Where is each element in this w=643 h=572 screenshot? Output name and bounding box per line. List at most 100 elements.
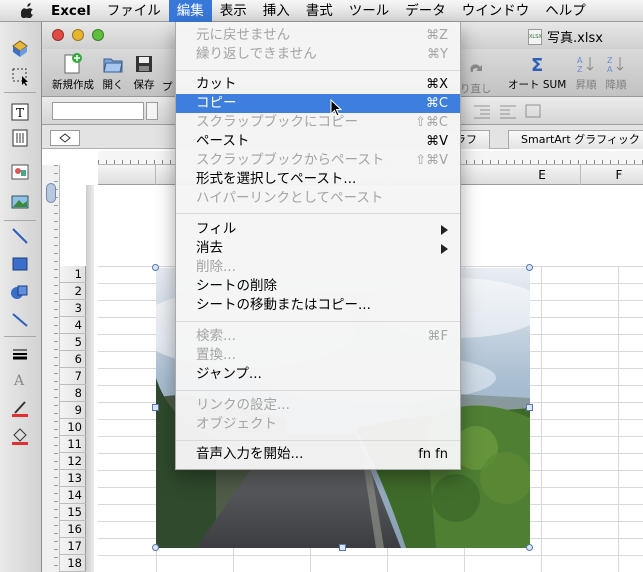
- vertical-text-icon[interactable]: [4, 126, 36, 150]
- zoom-icon[interactable]: [92, 29, 104, 41]
- row-header-cell[interactable]: 13: [60, 470, 86, 487]
- redo-button[interactable]: り直し: [460, 57, 492, 96]
- resize-handle[interactable]: [526, 264, 533, 271]
- row-header-cell[interactable]: 16: [60, 521, 86, 538]
- resize-handle[interactable]: [152, 404, 159, 411]
- menu-item-copy[interactable]: コピー ⌘C: [176, 94, 460, 117]
- row-header-cell[interactable]: 15: [60, 504, 86, 521]
- menu-item-cut[interactable]: カット ⌘X: [176, 75, 460, 94]
- row-header-cell[interactable]: 2: [60, 283, 86, 300]
- text-box-icon[interactable]: T: [4, 100, 36, 124]
- row-header-cell[interactable]: 17: [60, 538, 86, 555]
- pen-color-icon[interactable]: [4, 396, 36, 420]
- sort-ascending-button[interactable]: AZ 昇順: [575, 53, 597, 92]
- vertical-ruler: [42, 165, 60, 572]
- fill-color-icon[interactable]: [4, 424, 36, 448]
- save-label: 保存: [133, 79, 155, 91]
- name-box[interactable]: [50, 130, 80, 146]
- open-button[interactable]: 開く: [102, 53, 124, 92]
- row-header-cell[interactable]: 7: [60, 368, 86, 385]
- apple-menu-icon[interactable]: [17, 0, 37, 22]
- picture-icon[interactable]: [4, 190, 36, 214]
- menu-item-links[interactable]: リンクの設定...: [176, 396, 460, 415]
- menu-item-delete-sheet[interactable]: シートの削除: [176, 277, 460, 296]
- menu-item-paste-from-scrapbook[interactable]: スクラップブックからペースト ⇧⌘V: [176, 151, 460, 170]
- row-header-cell[interactable]: 18: [60, 555, 86, 572]
- menu-item-replace[interactable]: 置換...: [176, 346, 460, 365]
- menu-item-move-copy-sheet[interactable]: シートの移動またはコピー...: [176, 296, 460, 315]
- row-header-cell[interactable]: 4: [60, 317, 86, 334]
- menu-item-delete[interactable]: 削除...: [176, 258, 460, 277]
- menu-file[interactable]: ファイル: [99, 0, 169, 22]
- row-header-cell[interactable]: 6: [60, 351, 86, 368]
- tab-smartart[interactable]: SmartArt グラフィック: [508, 130, 643, 149]
- menu-data[interactable]: データ: [397, 0, 454, 22]
- sort-descending-button[interactable]: ZA 降順: [605, 53, 627, 92]
- font-color-icon[interactable]: A: [4, 368, 36, 392]
- menu-insert[interactable]: 挿入: [255, 0, 298, 22]
- menu-tools[interactable]: ツール: [341, 0, 398, 22]
- menu-item-find[interactable]: 検索... ⌘F: [176, 327, 460, 346]
- row-header-cell[interactable]: 11: [60, 436, 86, 453]
- sort-descending-icon: ZA: [605, 53, 627, 75]
- close-icon[interactable]: [52, 29, 64, 41]
- resize-handle[interactable]: [152, 264, 159, 271]
- autosum-button[interactable]: Σ オート SUM: [508, 53, 566, 92]
- column-header-f[interactable]: F: [581, 165, 643, 185]
- menu-item-start-dictation[interactable]: 音声入力を開始... fn fn: [176, 445, 460, 464]
- row-header-cell[interactable]: 14: [60, 487, 86, 504]
- row-header-cell[interactable]: 10: [60, 419, 86, 436]
- row-header-cell[interactable]: 1: [60, 266, 86, 283]
- new-label: 新規作成: [52, 79, 94, 91]
- rectangle-tool-icon[interactable]: [4, 252, 36, 276]
- indent-increase-icon[interactable]: [498, 103, 518, 119]
- menu-item-object[interactable]: オブジェクト: [176, 415, 460, 434]
- menu-item-undo[interactable]: 元に戻せません ⌘Z: [176, 26, 460, 45]
- redo-label: り直し: [460, 83, 492, 95]
- line-weight-icon[interactable]: [4, 342, 36, 366]
- column-header-e[interactable]: E: [504, 165, 581, 185]
- menu-item-copy-to-scrapbook[interactable]: スクラップブックにコピー ⇧⌘C: [176, 113, 460, 132]
- minimize-icon[interactable]: [72, 29, 84, 41]
- menu-help[interactable]: ヘルプ: [537, 0, 594, 22]
- font-name-field[interactable]: [52, 102, 144, 120]
- menu-item-paste-special[interactable]: 形式を選択してペースト...: [176, 170, 460, 189]
- new-button[interactable]: 新規作成: [52, 53, 94, 92]
- save-button[interactable]: 保存: [133, 53, 155, 92]
- sigma-icon: Σ: [526, 53, 548, 75]
- row-header-cell[interactable]: 8: [60, 385, 86, 402]
- menu-item-goto[interactable]: ジャンプ...: [176, 365, 460, 384]
- menu-item-paste[interactable]: ペースト ⌘V: [176, 132, 460, 151]
- line-connector-icon[interactable]: [4, 308, 36, 332]
- resize-handle[interactable]: [526, 544, 533, 551]
- indent-decrease-icon[interactable]: [472, 103, 492, 119]
- borders-icon[interactable]: [524, 103, 544, 119]
- row-header-cell[interactable]: 9: [60, 402, 86, 419]
- page-margin: [86, 185, 94, 572]
- column-header-cell[interactable]: [98, 165, 156, 185]
- row-header-cell[interactable]: 5: [60, 334, 86, 351]
- submenu-arrow-icon: [441, 244, 448, 254]
- row-header-cell[interactable]: 3: [60, 300, 86, 317]
- row-header-cell[interactable]: 12: [60, 453, 86, 470]
- resize-handle[interactable]: [339, 544, 346, 551]
- line-tool-icon[interactable]: [4, 224, 36, 248]
- resize-handle[interactable]: [152, 544, 159, 551]
- menu-item-fill[interactable]: フィル: [176, 220, 460, 239]
- font-size-field[interactable]: [146, 102, 158, 120]
- menu-item-clear[interactable]: 消去: [176, 239, 460, 258]
- shapes-icon[interactable]: [4, 280, 36, 304]
- menu-excel[interactable]: Excel: [37, 0, 99, 22]
- menu-item-repeat[interactable]: 繰り返しできません ⌘Y: [176, 45, 460, 64]
- resize-handle[interactable]: [526, 404, 533, 411]
- selection-tool-icon[interactable]: [4, 64, 36, 88]
- ruler-scroll-thumb[interactable]: [46, 183, 56, 203]
- sort-ascending-label: 昇順: [575, 79, 597, 91]
- menu-format[interactable]: 書式: [298, 0, 341, 22]
- clip-art-icon[interactable]: [4, 160, 36, 184]
- menu-view[interactable]: 表示: [212, 0, 255, 22]
- object-palette-icon[interactable]: [4, 36, 36, 60]
- menu-window[interactable]: ウインドウ: [454, 0, 538, 22]
- menu-edit[interactable]: 編集: [168, 0, 212, 22]
- menu-item-paste-as-hyperlink[interactable]: ハイパーリンクとしてペースト: [176, 189, 460, 208]
